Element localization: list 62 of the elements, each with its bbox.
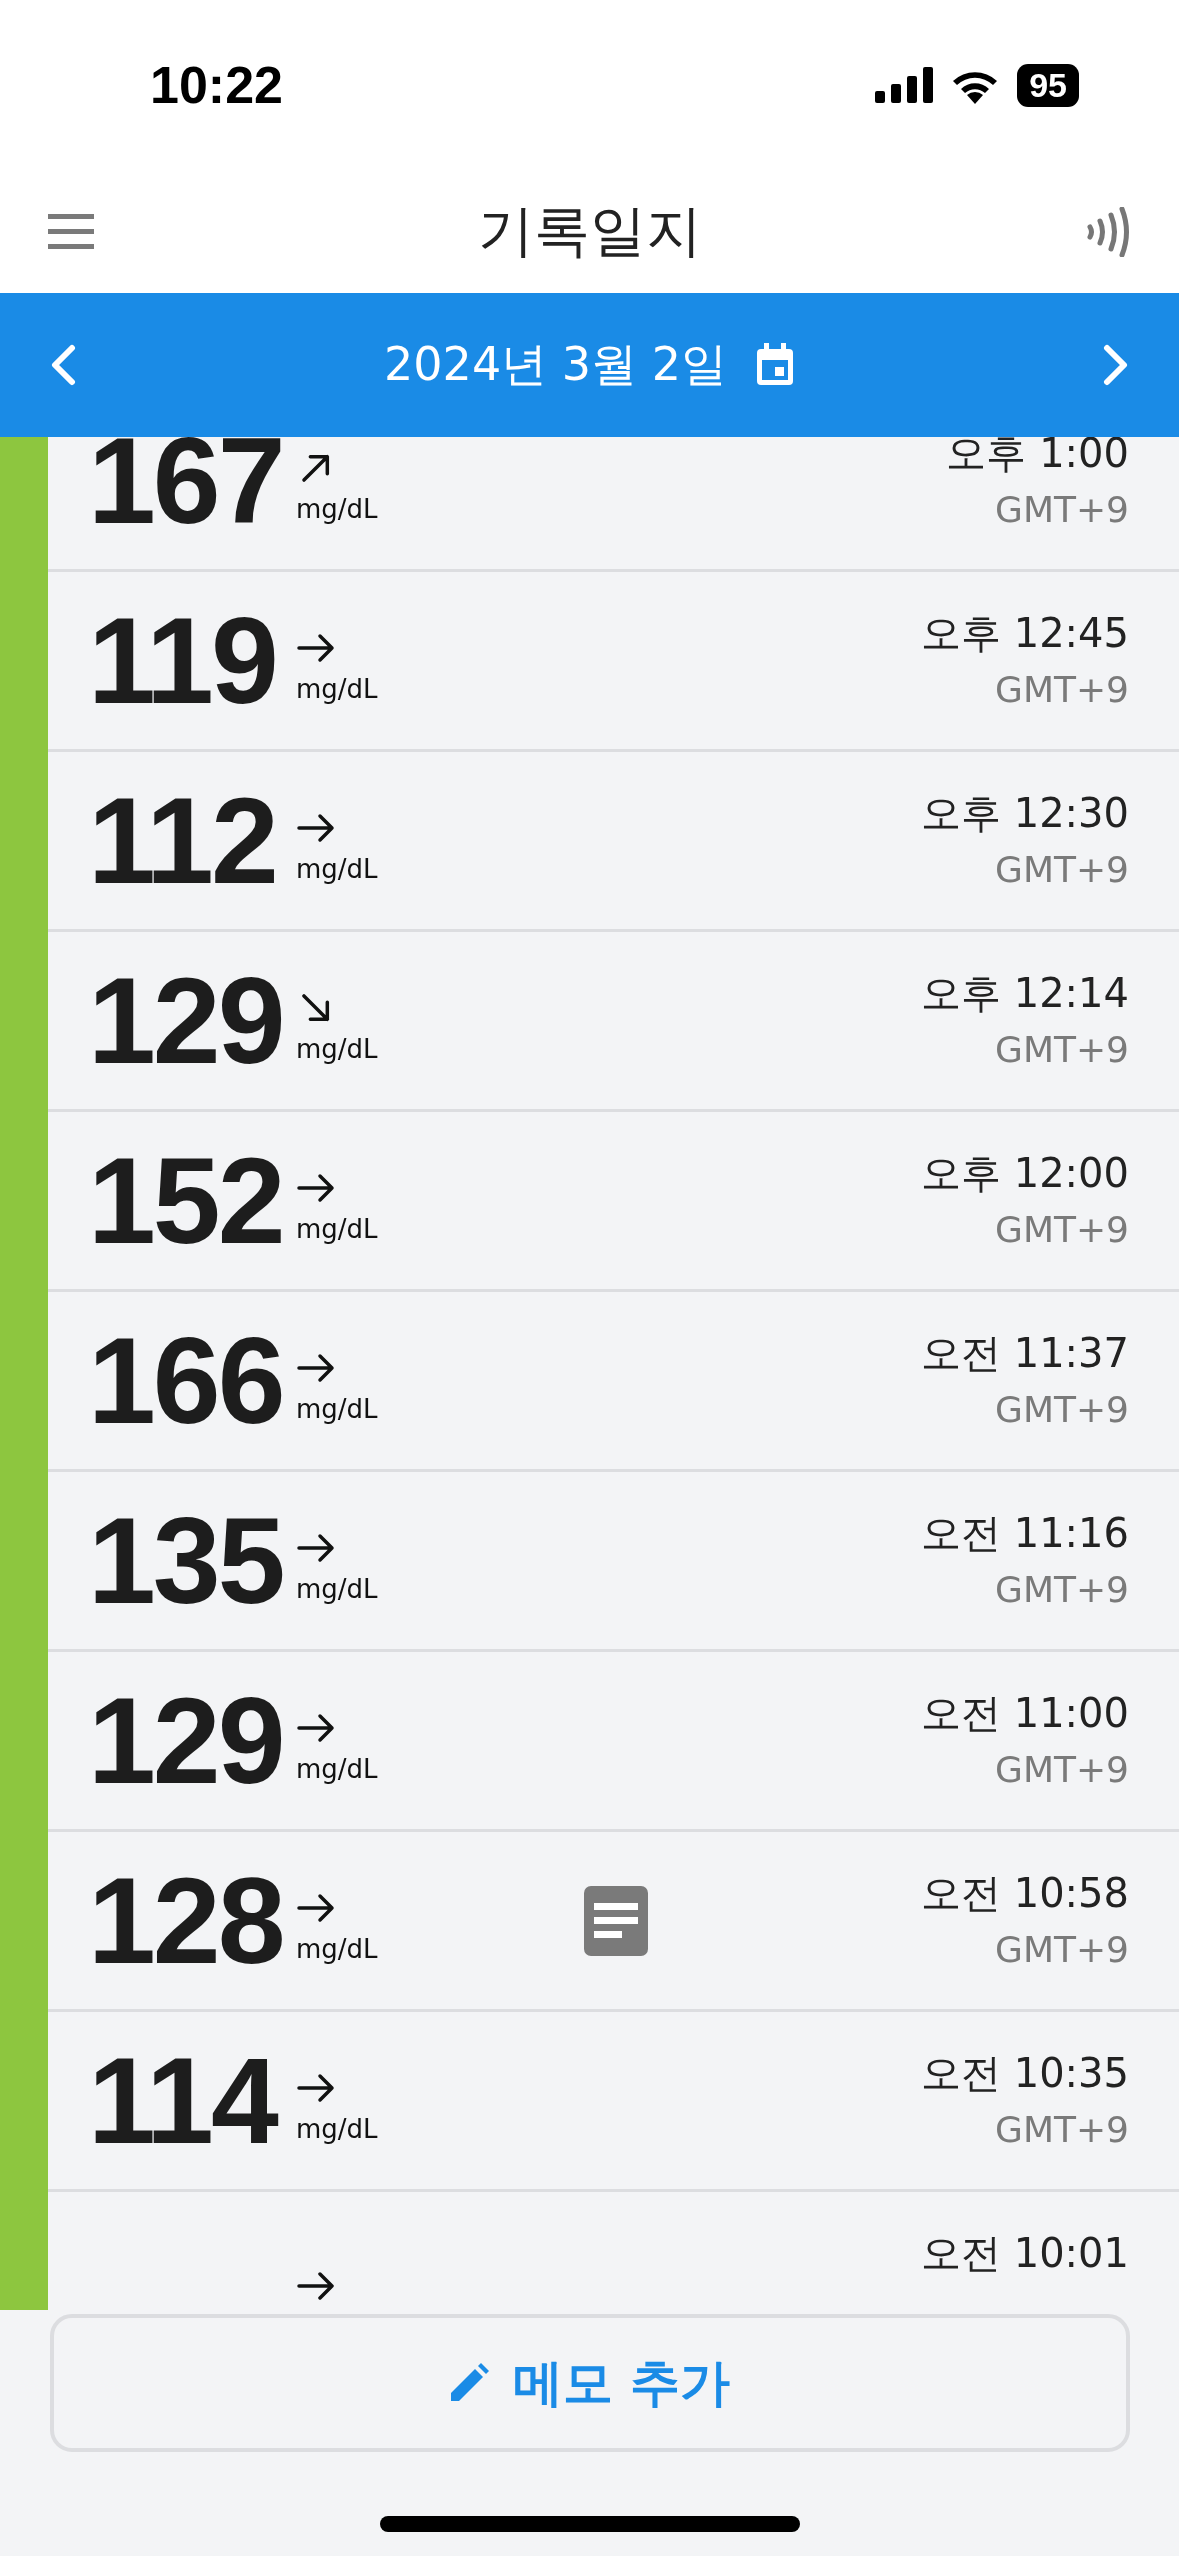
reading-time: 오전 11:00 [921, 1689, 1129, 1738]
reading-row[interactable]: 128 mg/dL 오전 10:58 GMT+9 [48, 1832, 1179, 2012]
next-day-icon[interactable] [1103, 344, 1129, 386]
time-zone: GMT+9 [995, 2109, 1129, 2150]
time-zone: GMT+9 [995, 669, 1129, 710]
unit-label: mg/dL [296, 1573, 378, 1604]
pencil-icon [448, 2363, 489, 2403]
glucose-value: 129 [88, 1672, 283, 1809]
calendar-icon[interactable] [754, 343, 795, 387]
previous-day-icon[interactable] [50, 344, 76, 386]
unit-label: mg/dL [296, 1393, 378, 1424]
menu-icon[interactable] [48, 213, 94, 250]
reading-time: 오전 10:58 [921, 1869, 1129, 1918]
reading-row[interactable]: 135 mg/dL 오전 11:16 GMT+9 [48, 1472, 1179, 1652]
time-zone: GMT+9 [995, 489, 1129, 530]
glucose-value: 166 [88, 1312, 283, 1449]
glucose-value: 152 [88, 1132, 283, 1269]
reading-row[interactable]: 167 mg/dL 오후 1:00 GMT+9 [48, 437, 1179, 572]
reading-row[interactable]: 112 mg/dL 오후 12:30 GMT+9 [48, 752, 1179, 932]
time-zone: GMT+9 [995, 1389, 1129, 1430]
reading-row[interactable]: 166 mg/dL 오전 11:37 GMT+9 [48, 1292, 1179, 1472]
signal-icon [875, 67, 934, 103]
reading-time: 오전 11:37 [921, 1329, 1129, 1378]
unit-label: mg/dL [296, 1933, 378, 1964]
reading-row[interactable]: 129 mg/dL 오후 12:14 GMT+9 [48, 932, 1179, 1112]
glucose-value: 167 [88, 437, 283, 549]
reading-row[interactable]: 129 mg/dL 오전 11:00 GMT+9 [48, 1652, 1179, 1832]
time-zone: GMT+9 [995, 849, 1129, 890]
time-zone: GMT+9 [995, 1749, 1129, 1790]
time-zone: GMT+9 [995, 1029, 1129, 1070]
unit-label: mg/dL [296, 1753, 378, 1784]
glucose-value: 119 [88, 592, 276, 729]
reading-time: 오후 12:14 [921, 969, 1129, 1018]
glucose-value: 112 [88, 772, 276, 909]
reading-row[interactable]: 152 mg/dL 오후 12:00 GMT+9 [48, 1112, 1179, 1292]
glucose-value: 135 [88, 1492, 283, 1629]
unit-label: mg/dL [296, 493, 378, 524]
time-zone: GMT+9 [995, 1569, 1129, 1610]
reading-row[interactable]: 119 mg/dL 오후 12:45 GMT+9 [48, 572, 1179, 752]
unit-label: mg/dL [296, 1213, 378, 1244]
status-time: 10:22 [150, 55, 283, 115]
note-icon[interactable] [584, 1885, 648, 1956]
reading-time: 오전 10:35 [921, 2049, 1129, 2098]
reading-time: 오후 12:45 [921, 609, 1129, 658]
time-zone: GMT+9 [995, 1209, 1129, 1250]
date-label[interactable]: 2024년 3월 2일 [384, 334, 727, 396]
reading-time: 오후 12:00 [921, 1149, 1129, 1198]
reading-time: 오전 10:01 [921, 2229, 1129, 2278]
unit-label: mg/dL [296, 673, 378, 704]
unit-label: mg/dL [296, 1033, 378, 1064]
glucose-value: 129 [88, 952, 283, 1089]
reading-time: 오전 11:16 [921, 1509, 1129, 1558]
reading-row[interactable]: 114 mg/dL 오전 10:35 GMT+9 [48, 2012, 1179, 2192]
page-title: 기록일지 [477, 196, 702, 265]
unit-label: mg/dL [296, 2113, 378, 2144]
reading-time: 오후 12:30 [921, 789, 1129, 838]
time-zone: GMT+9 [995, 1929, 1129, 1970]
glucose-value: 114 [88, 2032, 276, 2169]
glucose-value: 128 [88, 1852, 283, 1989]
reading-time: 오후 1:00 [946, 437, 1129, 478]
battery-level: 95 [1017, 63, 1079, 107]
unit-label: mg/dL [296, 853, 378, 884]
